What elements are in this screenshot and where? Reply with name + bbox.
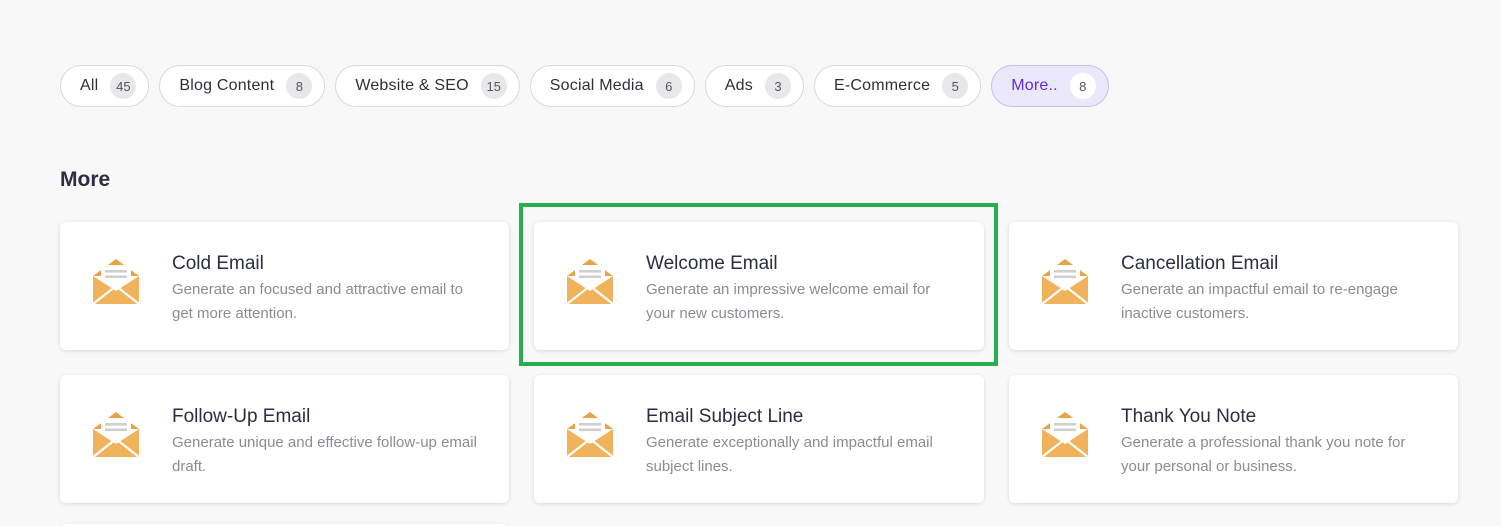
card-description: Generate an focused and attractive email… <box>172 281 464 322</box>
card-title: Cancellation Email <box>1121 253 1279 274</box>
template-card-follow-up-email[interactable]: Follow-Up Email Generate unique and effe… <box>60 375 509 503</box>
envelope-icon <box>566 412 614 458</box>
category-filter-bar: All 45 Blog Content 8 Website & SEO 15 S… <box>60 65 1109 107</box>
template-card-welcome-email[interactable]: Welcome Email Generate an impressive wel… <box>534 222 984 350</box>
filter-chip-label: Website & SEO <box>355 77 469 94</box>
envelope-icon <box>92 259 140 305</box>
envelope-icon <box>1041 259 1089 305</box>
filter-chip-count: 6 <box>655 73 682 99</box>
card-description: Generate unique and effective follow-up … <box>172 434 477 475</box>
card-description: Generate an impressive welcome email for… <box>646 281 931 322</box>
envelope-icon <box>566 259 614 305</box>
filter-chip-e-commerce[interactable]: E-Commerce 5 <box>813 65 982 107</box>
template-card-cold-email[interactable]: Cold Email Generate an focused and attra… <box>60 222 509 350</box>
filter-chip-more[interactable]: More.. 8 <box>991 65 1109 107</box>
template-card-grid: Cold Email Generate an focused and attra… <box>60 222 1458 503</box>
section-title: More <box>60 168 111 191</box>
template-card-cancellation-email[interactable]: Cancellation Email Generate an impactful… <box>1009 222 1458 350</box>
filter-chip-label: Blog Content <box>179 77 275 94</box>
filter-chip-website-seo[interactable]: Website & SEO 15 <box>335 65 520 107</box>
card-title: Follow-Up Email <box>172 406 311 427</box>
card-title: Welcome Email <box>646 253 778 274</box>
filter-chip-social-media[interactable]: Social Media 6 <box>529 65 695 107</box>
filter-chip-count: 45 <box>110 73 137 99</box>
card-description: Generate an impactful email to re-engage… <box>1121 281 1398 322</box>
filter-chip-blog-content[interactable]: Blog Content 8 <box>159 65 326 107</box>
template-card-thank-you-note[interactable]: Thank You Note Generate a professional t… <box>1009 375 1458 503</box>
filter-chip-label: All <box>80 77 99 94</box>
filter-chip-count: 5 <box>942 73 969 99</box>
card-title: Cold Email <box>172 253 264 274</box>
filter-chip-label: More.. <box>1011 77 1058 94</box>
card-description: Generate a professional thank you note f… <box>1121 434 1406 475</box>
filter-chip-count: 15 <box>480 73 507 99</box>
card-title: Thank You Note <box>1121 406 1257 427</box>
filter-chip-count: 8 <box>1069 73 1096 99</box>
filter-chip-label: Ads <box>724 77 753 94</box>
page: All 45 Blog Content 8 Website & SEO 15 S… <box>0 0 1501 526</box>
envelope-icon <box>92 412 140 458</box>
filter-chip-count: 3 <box>764 73 791 99</box>
card-description: Generate exceptionally and impactful ema… <box>646 434 933 475</box>
filter-chip-label: Social Media <box>549 77 644 94</box>
filter-chip-all[interactable]: All 45 <box>60 65 150 107</box>
filter-chip-label: E-Commerce <box>833 77 931 94</box>
filter-chip-count: 8 <box>286 73 313 99</box>
card-title: Email Subject Line <box>646 406 804 427</box>
filter-chip-ads[interactable]: Ads 3 <box>704 65 804 107</box>
template-card-email-subject-line[interactable]: Email Subject Line Generate exceptionall… <box>534 375 984 503</box>
envelope-icon <box>1041 412 1089 458</box>
